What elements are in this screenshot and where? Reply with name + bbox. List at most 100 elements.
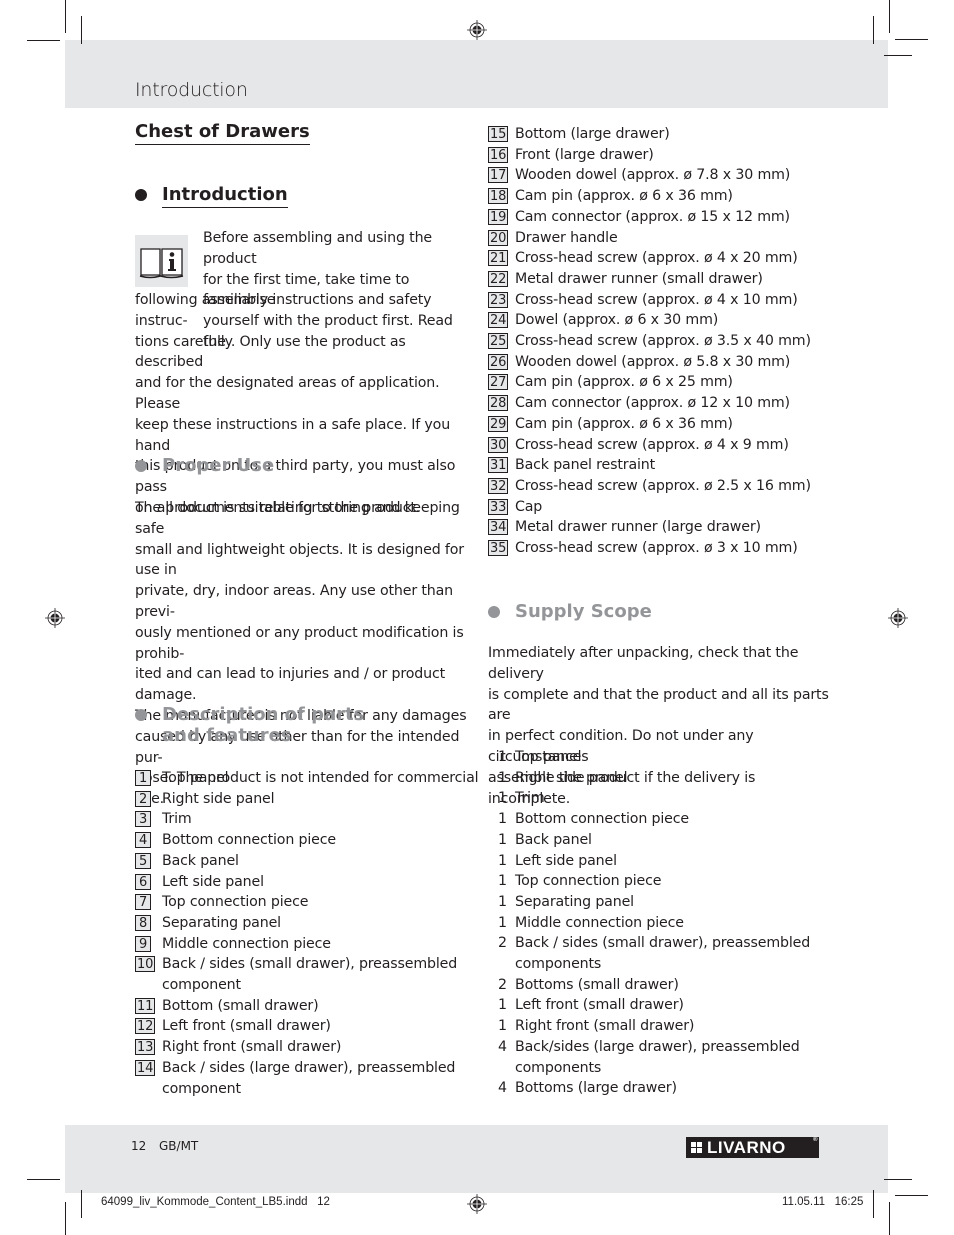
part-label: Bottom connection piece <box>162 832 336 849</box>
part-label-continued: component <box>162 977 241 994</box>
part-number-box: 1 <box>135 770 151 786</box>
part-number-box: 13 <box>135 1039 156 1056</box>
part-number-box: 2 <box>135 790 151 807</box>
supply-label: Middle connection piece <box>515 914 684 931</box>
page-title: Chest of Drawers <box>135 121 310 145</box>
part-number-box: 18 <box>488 188 509 205</box>
slug-filename: 64099_liv_Kommode_Content_LB5.indd 12 <box>101 1196 330 1208</box>
supply-item: 1 Separating panel <box>488 892 833 913</box>
supply-item: 4 Bottoms (large drawer) <box>488 1078 833 1099</box>
bullet-icon <box>135 709 147 721</box>
supply-item: 2 Back / sides (small drawer), preassembl… <box>488 933 833 974</box>
part-label: Back panel <box>162 852 239 869</box>
supply-quantity: 1 <box>498 769 507 786</box>
part-number-box: 7 <box>135 894 151 911</box>
part-label: Back / sides (small drawer), preassemble… <box>162 956 458 973</box>
supply-quantity: 1 <box>498 1018 507 1035</box>
part-label: Bottom (large drawer) <box>515 126 670 142</box>
supply-label: Right front (small drawer) <box>515 1018 695 1035</box>
part-number-box: 29 <box>488 415 509 432</box>
supply-quantity: 1 <box>498 914 507 931</box>
part-item: 15 Bottom (large drawer) <box>488 124 828 145</box>
part-label-continued: component <box>162 1080 241 1097</box>
section-heading-introduction: Introduction <box>135 184 288 208</box>
section-heading-supply-scope: Supply Scope <box>488 601 652 622</box>
part-label: Cam pin (approx. ø 6 x 36 mm) <box>515 415 733 432</box>
logo-squares-icon <box>691 1142 702 1153</box>
crop-mark <box>884 1179 912 1180</box>
supply-list: 1 Top panel 1 Right side panel 1 Trim 1 Bottom … <box>488 747 833 1099</box>
supply-quantity: 2 <box>498 935 507 952</box>
part-number-box: 33 <box>488 498 509 515</box>
part-label: Wooden dowel (approx. ø 7.8 x 30 mm) <box>515 167 791 184</box>
part-label: Cam pin (approx. ø 6 x 25 mm) <box>515 374 733 391</box>
part-item: 29 Cam pin (approx. ø 6 x 36 mm) <box>488 414 828 435</box>
part-label: Right side panel <box>162 790 275 807</box>
crop-mark <box>884 55 912 56</box>
part-item: 28 Cam connector (approx. ø 12 x 10 mm) <box>488 393 828 414</box>
part-label: Drawer handle <box>515 229 618 246</box>
part-item: 2 Right side panel <box>135 789 475 810</box>
supply-label: Separating panel <box>515 893 634 910</box>
crop-mark <box>81 16 82 44</box>
part-item: 1 Top panel <box>135 768 475 789</box>
part-number-box: 30 <box>488 436 509 453</box>
part-item: 32 Cross-head screw (approx. ø 2.5 x 16 m… <box>488 476 828 497</box>
supply-quantity: 1 <box>498 997 507 1014</box>
part-number-box: 21 <box>488 250 509 267</box>
section-heading-proper-use: Proper Use <box>135 455 274 476</box>
part-number-box: 31 <box>488 457 509 474</box>
supply-quantity: 1 <box>498 811 507 828</box>
part-label: Front (large drawer) <box>515 146 654 163</box>
crop-mark <box>27 1179 60 1180</box>
supply-label: Top panel <box>515 749 582 765</box>
crop-mark <box>65 0 66 33</box>
supply-quantity: 1 <box>498 852 507 869</box>
supply-label-continued: components <box>515 1059 602 1076</box>
header-title: Introduction <box>135 79 248 101</box>
supply-label: Trim <box>515 790 545 807</box>
part-number-box: 28 <box>488 395 509 412</box>
part-label: Cam pin (approx. ø 6 x 36 mm) <box>515 188 733 205</box>
crosshair-target-icon <box>888 608 908 628</box>
part-number-box: 6 <box>135 873 151 890</box>
part-number-box: 22 <box>488 270 509 287</box>
part-label: Right front (small drawer) <box>162 1039 342 1056</box>
slug-datetime: 11.05.11 16:25 <box>782 1196 864 1208</box>
part-label: Metal drawer runner (large drawer) <box>515 519 761 536</box>
part-number-box: 14 <box>135 1059 156 1076</box>
supply-quantity: 1 <box>498 790 507 807</box>
part-label: Separating panel <box>162 914 281 931</box>
part-label: Top panel <box>162 770 229 786</box>
supply-label: Bottom connection piece <box>515 811 689 828</box>
part-number-box: 20 <box>488 229 509 246</box>
part-number-box: 15 <box>488 126 509 142</box>
supply-item: 1 Middle connection piece <box>488 913 833 934</box>
part-number-box: 19 <box>488 208 509 225</box>
crop-mark <box>27 40 60 41</box>
part-item: 16 Front (large drawer) <box>488 145 828 166</box>
part-item: 34 Metal drawer runner (large drawer) <box>488 517 828 538</box>
book-info-icon <box>135 235 188 287</box>
supply-label: Left side panel <box>515 852 617 869</box>
part-item: 23 Cross-head screw (approx. ø 4 x 10 mm) <box>488 290 828 311</box>
part-label: Metal drawer runner (small drawer) <box>515 270 763 287</box>
proper-use-text: The product is suitable for storing and … <box>135 500 479 807</box>
part-number-box: 23 <box>488 291 509 308</box>
part-label: Back / sides (large drawer), preassemble… <box>162 1059 456 1076</box>
supply-quantity: 1 <box>498 873 507 890</box>
bullet-icon <box>135 460 147 472</box>
part-number-box: 10 <box>135 956 156 973</box>
introduction-text: following assembly instructions and safe… <box>135 292 456 516</box>
supply-label: Right side panel <box>515 769 628 786</box>
language-code: GB/MT <box>159 1139 199 1153</box>
supply-label: Bottoms (large drawer) <box>515 1080 677 1097</box>
supply-label: Back / sides (small drawer), preassemble… <box>515 935 811 952</box>
part-number-box: 16 <box>488 146 509 163</box>
part-label: Cam connector (approx. ø 12 x 10 mm) <box>515 395 790 412</box>
parts-list-left: 1 Top panel 2 Right side panel 3 Trim 4 Bottom … <box>135 768 475 1099</box>
footer-band <box>65 1125 888 1193</box>
part-label: Back panel restraint <box>515 457 656 474</box>
part-number-box: 24 <box>488 312 509 329</box>
supply-item: 1 Top panel <box>488 747 833 768</box>
